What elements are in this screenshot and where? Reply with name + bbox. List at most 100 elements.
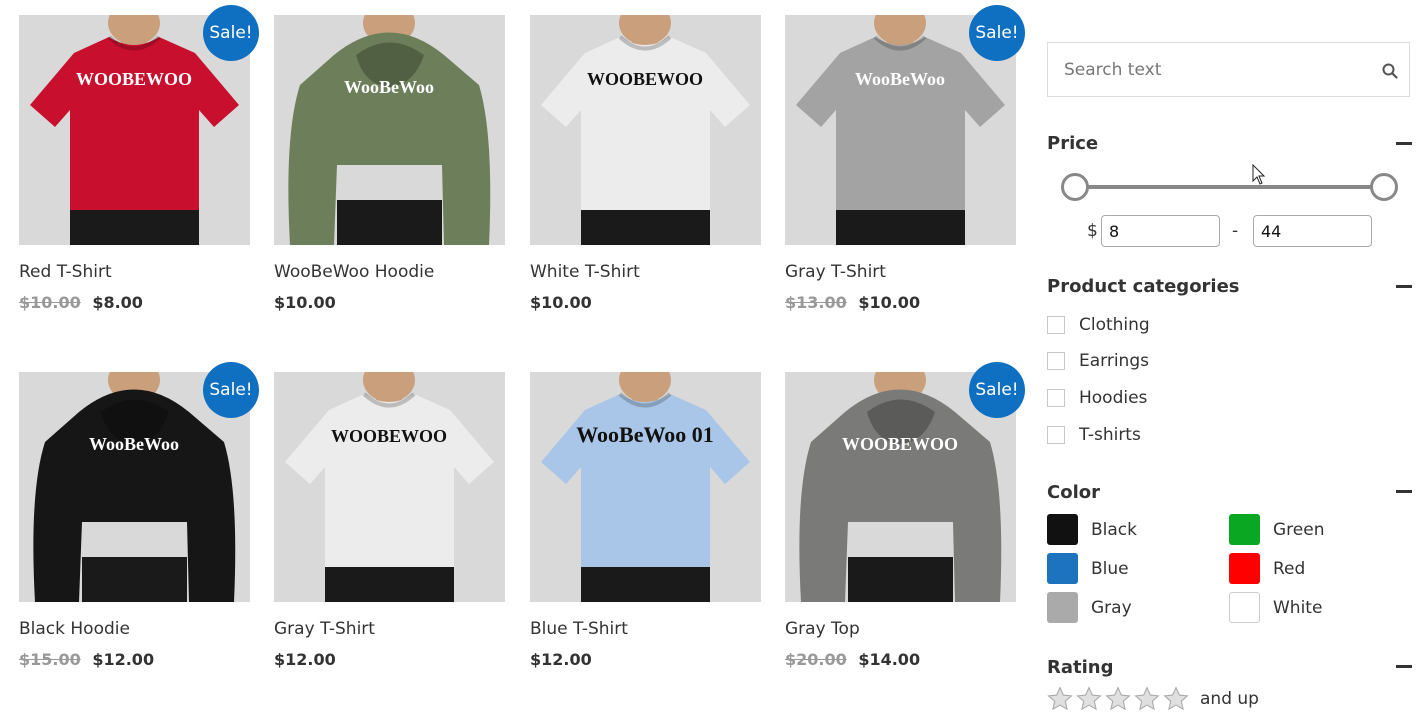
color-label: Gray [1091,597,1132,618]
filter-sidebar: Price $ - Product categories Clothing Ea… [1047,42,1412,711]
print-text: WooBeWoo [344,77,434,97]
color-swatch[interactable] [1229,592,1260,623]
category-item-clothing[interactable]: Clothing [1047,315,1150,335]
old-price: $20.00 [785,650,847,669]
category-item-tshirts[interactable]: T-shirts [1047,425,1141,445]
and-up-label: and up [1200,689,1259,709]
color-heading: Color [1047,482,1100,503]
price-min-handle[interactable] [1061,173,1089,201]
color-option-gray[interactable]: Gray [1047,592,1132,623]
search-input[interactable] [1062,59,1366,81]
rating-filter[interactable]: and up [1047,686,1259,712]
product-image[interactable]: WOOBEWOO [530,15,761,245]
color-option-red[interactable]: Red [1229,553,1305,584]
product-title[interactable]: WooBeWoo Hoodie [274,262,505,282]
product-title[interactable]: Gray T-Shirt [274,619,505,639]
search-box [1047,42,1410,97]
old-price: $15.00 [19,650,81,669]
product-card[interactable]: WOOBEWOO Sale! Gray Top $20.00 $14.00 [785,362,1025,669]
color-swatch[interactable] [1047,592,1078,623]
product-image[interactable]: WOOBEWOO [274,372,505,602]
print-text: WooBeWoo [855,69,945,89]
product-card[interactable]: WooBeWoo 01 Blue T-Shirt $12.00 [530,372,761,669]
color-swatch[interactable] [1047,553,1078,584]
product-title[interactable]: Gray T-Shirt [785,262,1016,282]
product-price: $10.00 [274,293,505,312]
product-card[interactable]: WooBeWoo Sale! Black Hoodie $15.00 $12.0… [19,362,259,669]
product-card[interactable]: WOOBEWOO Gray T-Shirt $12.00 [274,372,505,669]
collapse-categories-icon[interactable] [1396,285,1412,288]
rating-heading: Rating [1047,657,1114,678]
collapse-price-icon[interactable] [1396,142,1412,145]
product-title[interactable]: Black Hoodie [19,619,250,639]
sale-badge: Sale! [969,362,1025,418]
star-icon[interactable] [1076,686,1102,712]
current-price: $10.00 [530,293,592,312]
price-slider-track[interactable] [1074,185,1384,189]
checkbox[interactable] [1047,316,1065,334]
print-text: WOOBEWOO [331,426,447,446]
current-price: $14.00 [858,650,921,669]
star-icon[interactable] [1105,686,1131,712]
sale-badge: Sale! [203,5,259,61]
color-option-white[interactable]: White [1229,592,1322,623]
checkbox[interactable] [1047,352,1065,370]
color-swatch[interactable] [1229,514,1260,545]
product-title[interactable]: Gray Top [785,619,1016,639]
product-photo: WOOBEWOO [541,15,750,245]
product-image[interactable]: WooBeWoo [274,15,505,245]
print-text: WooBeWoo [89,434,179,454]
old-price: $10.00 [19,293,81,312]
collapse-rating-icon[interactable] [1396,665,1412,668]
print-text: WOOBEWOO [76,69,192,89]
color-option-black[interactable]: Black [1047,514,1137,545]
current-price: $12.00 [92,650,155,669]
product-price: $12.00 [530,650,761,669]
star-icon[interactable] [1134,686,1160,712]
product-price: $20.00 $14.00 [785,650,1016,669]
sale-badge: Sale! [203,362,259,418]
star-icon[interactable] [1047,686,1073,712]
color-label: Blue [1091,558,1129,579]
product-title[interactable]: White T-Shirt [530,262,761,282]
product-price: $10.00 [530,293,761,312]
print-text: WooBeWoo 01 [576,422,714,447]
color-label: Green [1273,519,1325,540]
price-min-input[interactable] [1101,215,1220,247]
currency-symbol: $ [1087,221,1098,241]
color-swatch[interactable] [1229,553,1260,584]
product-photo: WooBeWoo 01 [541,372,750,602]
product-card[interactable]: WOOBEWOO White T-Shirt $10.00 [530,15,761,312]
product-price: $15.00 $12.00 [19,650,250,669]
star-icon[interactable] [1163,686,1189,712]
product-photo: WOOBEWOO [285,372,494,602]
search-icon[interactable] [1381,62,1399,80]
price-max-handle[interactable] [1370,173,1398,201]
checkbox[interactable] [1047,426,1065,444]
product-price: $13.00 $10.00 [785,293,1016,312]
product-price: $10.00 $8.00 [19,293,250,312]
checkbox[interactable] [1047,389,1065,407]
product-photo: WooBeWoo [288,15,491,245]
product-price: $12.00 [274,650,505,669]
product-image[interactable]: WooBeWoo 01 [530,372,761,602]
color-swatch[interactable] [1047,514,1078,545]
category-item-hoodies[interactable]: Hoodies [1047,388,1147,408]
product-title[interactable]: Blue T-Shirt [530,619,761,639]
product-card[interactable]: WOOBEWOO Sale! Red T-Shirt $10.00 $8.00 [19,5,259,312]
mouse-cursor-icon [1252,164,1266,185]
print-text: WOOBEWOO [842,434,958,454]
color-label: White [1273,597,1323,618]
color-option-blue[interactable]: Blue [1047,553,1129,584]
collapse-color-icon[interactable] [1396,490,1412,493]
categories-heading: Product categories [1047,276,1240,297]
color-option-green[interactable]: Green [1229,514,1324,545]
category-item-earrings[interactable]: Earrings [1047,351,1149,371]
color-label: Red [1273,558,1306,579]
price-max-input[interactable] [1253,215,1372,247]
product-card[interactable]: WooBeWoo WooBeWoo Hoodie $10.00 [274,15,505,312]
current-price: $10.00 [858,293,921,312]
color-label: Black [1091,519,1137,540]
product-title[interactable]: Red T-Shirt [19,262,250,282]
product-card[interactable]: WooBeWoo Sale! Gray T-Shirt $13.00 $10.0… [785,5,1025,312]
